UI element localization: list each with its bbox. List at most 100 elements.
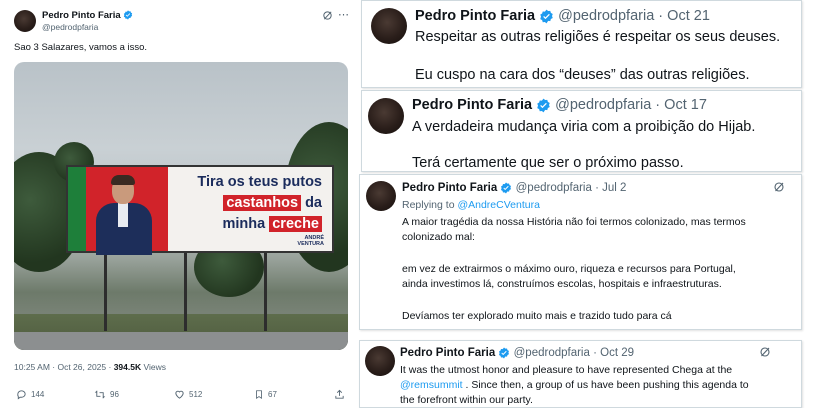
- tweet-screenshot-3[interactable]: Pedro Pinto Faria @pedrodpfaria · Jul 2 …: [359, 174, 802, 330]
- tweet-main[interactable]: Pedro Pinto Faria @pedrodpfaria ⋯ Sao 3 …: [0, 0, 354, 408]
- avatar[interactable]: [366, 181, 396, 211]
- billboard-pole: [184, 253, 187, 331]
- billboard-word-minha: minha: [222, 216, 270, 232]
- author-name[interactable]: Pedro Pinto Faria: [42, 10, 121, 21]
- tweet-paragraph-1: A maior tragédia da nossa História não f…: [402, 215, 746, 245]
- text-line: @remsummit . Since then, a group of us h…: [400, 378, 749, 393]
- text-line: A maior tragédia da nossa História não f…: [402, 216, 746, 228]
- text-line: the forefront within our party.: [400, 394, 533, 406]
- tweet-header: Pedro Pinto Faria @pedrodpfaria · Oct 17: [412, 97, 707, 113]
- author-handle[interactable]: @pedrodpfaria: [514, 347, 590, 359]
- person-hair: [111, 175, 135, 185]
- grok-icon[interactable]: [773, 181, 785, 193]
- mention-link[interactable]: @remsummit: [400, 379, 463, 391]
- separator-dot: ·: [593, 347, 597, 360]
- verified-badge-icon: [537, 98, 550, 113]
- verified-badge-icon: [540, 9, 553, 24]
- replying-label: Replying to: [402, 199, 458, 211]
- share-icon: [335, 389, 344, 399]
- tweet-text-line-1: Respeitar as outras religiões é respeita…: [415, 29, 781, 45]
- billboard-word-castanhos: castanhos: [223, 195, 302, 211]
- bookmark-count: 67: [268, 390, 277, 399]
- tweet-date[interactable]: Oct 29: [600, 347, 634, 359]
- tweet-date[interactable]: Jul 2: [602, 182, 626, 194]
- billboard-pole: [104, 253, 107, 331]
- reply-icon: [17, 390, 26, 400]
- tweet-paragraph-2: em vez de extrairmos o máximo ouro, riqu…: [402, 262, 736, 292]
- tweet-actions: 144 96 512 67: [14, 389, 348, 405]
- verified-badge-icon: [124, 10, 133, 21]
- tweet-text: Sao 3 Salazares, vamos a isso.: [14, 42, 148, 53]
- author-name[interactable]: Pedro Pinto Faria: [400, 347, 495, 359]
- like-icon: [175, 390, 184, 399]
- avatar[interactable]: [14, 10, 36, 32]
- separator-dot: ·: [655, 97, 661, 113]
- views-label: Views: [141, 362, 167, 372]
- replying-to: Replying to @AndreCVentura: [402, 199, 540, 211]
- tweet-header: Pedro Pinto Faria @pedrodpfaria · Oct 29: [400, 347, 634, 359]
- replying-mention-link[interactable]: @AndreCVentura: [457, 199, 539, 211]
- separator-dot: ·: [658, 8, 664, 24]
- avatar[interactable]: [365, 346, 395, 376]
- tweet-text-line-2: Terá certamente que ser o próximo passo.: [412, 155, 684, 171]
- separator-dot: ·: [595, 182, 599, 195]
- billboard-word-da: da: [301, 195, 322, 211]
- brand-last: VENTURA: [297, 241, 324, 247]
- billboard: Tira os teus putos castanhos da minha cr…: [66, 165, 334, 255]
- bookmark-icon: [256, 390, 262, 400]
- author-handle[interactable]: @pedrodpfaria: [558, 8, 654, 24]
- views-count: 394.5K: [113, 362, 142, 372]
- reply-count: 144: [31, 390, 45, 399]
- text-line: colonizado mal:: [402, 231, 475, 243]
- text-line: ainda investimos lá, construímos escolas…: [402, 278, 722, 290]
- tweet-header: Pedro Pinto Faria @pedrodpfaria · Oct 21: [415, 8, 710, 24]
- tweet-date[interactable]: Oct 21: [667, 8, 710, 24]
- grok-icon[interactable]: [322, 10, 333, 21]
- billboard-green-stripe: [68, 167, 86, 251]
- author-handle[interactable]: @pedrodpfaria: [42, 22, 98, 32]
- repost-button[interactable]: 96: [94, 389, 119, 400]
- text-fragment: . Since then, a group of us have been pu…: [462, 379, 749, 391]
- tweet-timestamp[interactable]: 10:25 AM · Oct 26, 2025 ·: [14, 362, 114, 372]
- billboard-pole: [264, 253, 267, 331]
- billboard-person: [94, 175, 152, 255]
- tweet-screenshot-1[interactable]: Pedro Pinto Faria @pedrodpfaria · Oct 21…: [361, 0, 802, 88]
- tweet-screenshot-4[interactable]: Pedro Pinto Faria @pedrodpfaria · Oct 29…: [359, 340, 802, 408]
- tweet-text-line-1: A verdadeira mudança viria com a proibiç…: [412, 119, 756, 135]
- repost-count: 96: [110, 390, 119, 399]
- author-name[interactable]: Pedro Pinto Faria: [402, 182, 497, 194]
- person-shirt: [118, 203, 128, 227]
- tweet-meta: 10:25 AM · Oct 26, 2025 · 394.5K Views: [14, 362, 166, 372]
- tweet-screenshot-2[interactable]: Pedro Pinto Faria @pedrodpfaria · Oct 17…: [361, 90, 802, 172]
- billboard-line-2: castanhos da: [223, 194, 322, 213]
- avatar[interactable]: [371, 8, 407, 44]
- tweet-paragraph-3: Devíamos ter explorado muito mais e traz…: [402, 310, 672, 322]
- repost-icon: [94, 390, 106, 399]
- text-line: It was the utmost honor and pleasure to …: [400, 364, 733, 376]
- author-name[interactable]: Pedro Pinto Faria: [412, 97, 532, 113]
- billboard-word-creche: creche: [269, 216, 322, 232]
- author-name-row: Pedro Pinto Faria: [42, 10, 133, 21]
- tweet-text: It was the utmost honor and pleasure to …: [400, 363, 749, 407]
- billboard-brand: ANDRÉ VENTURA: [297, 235, 324, 247]
- billboard-line-3: minha creche: [222, 215, 322, 234]
- verified-badge-icon: [499, 347, 510, 359]
- bookmark-button[interactable]: 67: [254, 389, 277, 400]
- share-button[interactable]: [334, 389, 345, 400]
- verified-badge-icon: [501, 182, 512, 194]
- like-count: 512: [189, 390, 203, 399]
- avatar[interactable]: [368, 98, 404, 134]
- author-handle[interactable]: @pedrodpfaria: [516, 182, 592, 194]
- tweet-header: Pedro Pinto Faria @pedrodpfaria · Jul 2: [402, 182, 626, 194]
- grok-icon[interactable]: [759, 346, 771, 358]
- reply-button[interactable]: 144: [16, 389, 44, 400]
- like-button[interactable]: 512: [174, 389, 202, 400]
- more-icon[interactable]: ⋯: [338, 8, 349, 21]
- text-line: em vez de extrairmos o máximo ouro, riqu…: [402, 263, 736, 275]
- tweet-date[interactable]: Oct 17: [664, 97, 707, 113]
- author-handle[interactable]: @pedrodpfaria: [555, 97, 651, 113]
- tweet-text-line-2: Eu cuspo na cara dos “deuses” das outras…: [415, 67, 750, 83]
- author-name[interactable]: Pedro Pinto Faria: [415, 8, 535, 24]
- tweet-photo[interactable]: Tira os teus putos castanhos da minha cr…: [14, 62, 348, 350]
- billboard-line-1: Tira os teus putos: [197, 174, 322, 190]
